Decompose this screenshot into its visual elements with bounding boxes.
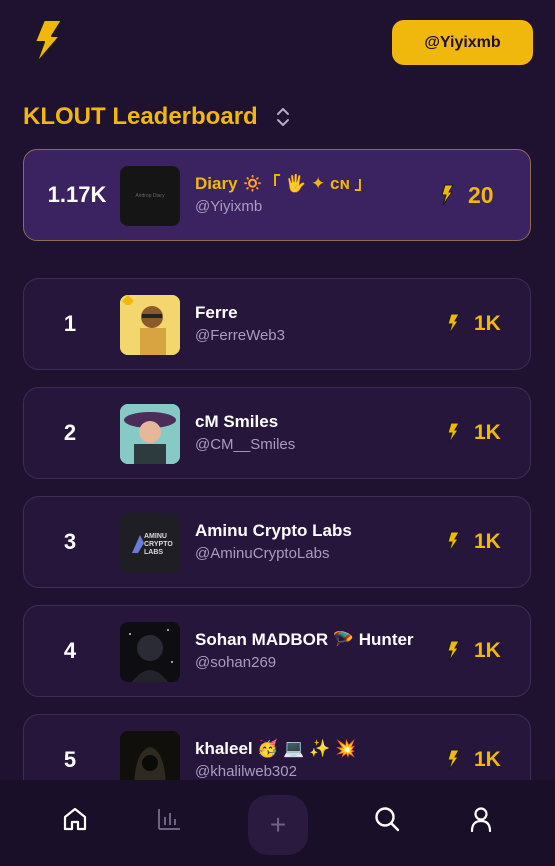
user-names: Sohan MADBOR 🪂 Hunter @sohan269 xyxy=(195,630,435,674)
profile-icon[interactable] xyxy=(464,802,498,836)
avatar xyxy=(120,295,180,355)
avatar-text: Airdrop Diary xyxy=(135,193,165,199)
lightning-icon xyxy=(447,531,460,553)
user-name: Sohan MADBOR 🪂 Hunter xyxy=(195,630,414,649)
avatar: Airdrop Diary xyxy=(120,166,180,226)
user-name: Ferre xyxy=(195,303,238,322)
user-names: khaleel 🥳 💻 ✨ 💥 @khalilweb302 xyxy=(195,739,435,783)
user-names: Ferre @FerreWeb3 xyxy=(195,303,435,347)
add-button[interactable]: + xyxy=(248,795,308,855)
user-names: Diary 🔅「 🖐 ✦ ᴄɴ 」 @Yiyixmb xyxy=(195,174,435,218)
lightning-icon xyxy=(447,749,460,771)
points: 1K xyxy=(446,388,504,478)
points-value: 1K xyxy=(474,421,501,444)
user-handle: @Yiyixmb xyxy=(195,198,263,215)
profile-handle-button[interactable]: @Yiyixmb xyxy=(392,20,533,65)
lightning-logo-icon[interactable] xyxy=(30,18,66,66)
home-icon[interactable] xyxy=(58,802,92,836)
page-title: KLOUT Leaderboard xyxy=(23,103,258,130)
user-name: cM Smiles xyxy=(195,412,279,431)
top-bar: @Yiyixmb xyxy=(0,0,555,90)
user-name: Aminu Crypto Labs xyxy=(195,521,352,540)
user-names: Aminu Crypto Labs @AminuCryptoLabs xyxy=(195,521,435,565)
avatar xyxy=(120,404,180,464)
lightning-icon xyxy=(447,313,460,335)
points-value: 1K xyxy=(474,748,501,771)
points-value: 1K xyxy=(474,530,501,553)
chart-icon[interactable] xyxy=(152,802,186,836)
rank-number: 1 xyxy=(63,311,77,336)
user-handle: @CM__Smiles xyxy=(195,436,296,453)
my-rank-card[interactable]: 1.17K Airdrop Diary Diary 🔅「 🖐 ✦ ᴄɴ 」 @Y… xyxy=(23,149,531,241)
points-value: 20 xyxy=(468,181,494,208)
points: 1K xyxy=(446,279,504,369)
leaderboard-row[interactable]: 3 AMINU CRYPTO LABS Aminu Crypto Labs @A… xyxy=(23,496,531,588)
points-value: 1K xyxy=(474,312,501,335)
points: 1K xyxy=(446,497,504,587)
points: 1K xyxy=(446,606,504,696)
user-handle: @sohan269 xyxy=(195,654,277,671)
bottom-nav: + xyxy=(0,780,555,866)
search-icon[interactable] xyxy=(370,802,404,836)
avatar-text: AMINU CRYPTO LABS xyxy=(144,533,173,556)
leaderboard-row[interactable]: 4 Sohan MADBOR 🪂 Hunter @sohan269 1K xyxy=(23,605,531,697)
points: 20 xyxy=(440,150,504,240)
rank-number: 4 xyxy=(63,638,77,663)
points-value: 1K xyxy=(474,639,501,662)
leaderboard-row[interactable]: 2 cM Smiles @CM__Smiles 1K xyxy=(23,387,531,479)
plus-icon: + xyxy=(269,809,287,840)
lightning-icon xyxy=(447,422,460,444)
leaderboard-row[interactable]: 1 Ferre @FerreWeb3 1K xyxy=(23,278,531,370)
user-handle: @FerreWeb3 xyxy=(195,327,285,344)
sort-toggle-icon[interactable] xyxy=(274,105,292,129)
avatar xyxy=(120,622,180,682)
avatar: AMINU CRYPTO LABS xyxy=(120,513,180,573)
user-handle: @AminuCryptoLabs xyxy=(195,545,330,562)
rank-number: 2 xyxy=(63,420,77,445)
leaderboard-title-row[interactable]: KLOUT Leaderboard xyxy=(23,100,292,134)
user-name: Diary 🔅「 🖐 ✦ ᴄɴ 」 xyxy=(195,174,372,193)
rank-number: 3 xyxy=(63,529,77,554)
user-name: khaleel 🥳 💻 ✨ 💥 xyxy=(195,739,357,758)
lightning-icon xyxy=(441,184,454,206)
my-total-score: 1.17K xyxy=(47,182,107,207)
user-names: cM Smiles @CM__Smiles xyxy=(195,412,435,456)
lightning-icon xyxy=(447,640,460,662)
